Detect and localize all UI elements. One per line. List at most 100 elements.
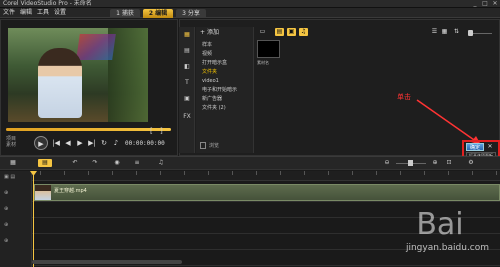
fit-project-icon[interactable]: ⊡ (444, 159, 454, 167)
folder-item-selected[interactable]: 文件夹 (202, 69, 217, 76)
volume-icon[interactable]: ♪ (110, 137, 122, 149)
thumb-view-icon[interactable]: ▦ (440, 28, 449, 36)
storyboard-view-icon[interactable]: ▦ (8, 159, 18, 167)
tab-capture[interactable]: 1 捕获 (110, 9, 140, 18)
playhead[interactable] (33, 171, 34, 267)
menu-file[interactable]: 文件 (3, 8, 15, 18)
clip-thumbnail (35, 185, 51, 200)
show-video-icon[interactable]: ▤ (275, 28, 284, 36)
end-icon[interactable]: ▶| (86, 137, 98, 149)
track-header-video[interactable]: ▣ ▤ (4, 174, 15, 180)
scrubber[interactable] (6, 128, 171, 131)
library-thumbnail[interactable] (257, 40, 280, 58)
thumbnail-size-knob[interactable] (468, 30, 473, 36)
ruler-tick (232, 171, 233, 175)
add-label: 添加 (206, 29, 219, 36)
mark-out-button[interactable]: ] (160, 128, 163, 135)
tab-edit[interactable]: 2 编辑 (143, 9, 173, 18)
ruler-tick (112, 171, 113, 175)
undo-icon[interactable]: ↶ (70, 159, 80, 167)
timeline-zoom-knob[interactable] (408, 160, 413, 166)
transition-icon[interactable]: ◧ (182, 62, 192, 71)
graphic-icon[interactable]: ▣ (182, 94, 192, 103)
auto-music-icon[interactable]: ♫ (156, 159, 166, 167)
thumbnail-label: 素材名 (257, 60, 269, 65)
video-preview[interactable] (8, 28, 148, 122)
show-photo-icon[interactable]: ▣ (287, 28, 296, 36)
track-header-voice[interactable]: ⊕ (4, 222, 8, 228)
timeline-clip[interactable] (34, 184, 500, 201)
title-icon[interactable]: T (182, 78, 192, 87)
show-audio-icon[interactable]: ♫ (299, 28, 308, 36)
video-banner (76, 34, 116, 60)
menu-tools[interactable]: 工具 (37, 8, 49, 18)
folder-item[interactable]: video1 (202, 78, 219, 85)
track-headers (0, 171, 32, 267)
ruler-tick (424, 171, 425, 175)
scrubber-fill (6, 128, 171, 131)
folder-item[interactable]: 视频 (202, 51, 212, 58)
folder-item[interactable]: 电子和开始暗示 (202, 87, 237, 94)
menu-edit[interactable]: 编辑 (20, 8, 32, 18)
title-bar: Corel VideoStudio Pro - 未命名 _ □ ✕ (0, 0, 500, 8)
minimize-button[interactable]: _ (470, 0, 480, 8)
timecode[interactable]: 00:00:00:00 (125, 140, 165, 147)
track-header-overlay[interactable]: ⊕ (4, 190, 8, 196)
media-icon[interactable]: ▦ (182, 30, 192, 39)
ruler-tick (64, 171, 65, 175)
ruler-tick (328, 171, 329, 175)
filter-icon[interactable]: FX (182, 112, 192, 121)
ruler-tick (400, 171, 401, 175)
home-icon[interactable]: |◀ (50, 137, 62, 149)
browse-icon[interactable] (200, 142, 206, 149)
track-header-music[interactable]: ⊕ (4, 238, 8, 244)
mark-in-button[interactable]: [ (150, 128, 153, 135)
mixer-icon[interactable]: ≡ (132, 159, 142, 167)
record-icon[interactable]: ◉ (112, 159, 122, 167)
maximize-button[interactable]: □ (480, 0, 490, 8)
list-view-icon[interactable]: ☰ (430, 28, 439, 36)
close-button[interactable]: ✕ (490, 0, 500, 8)
timeline-settings-icon[interactable]: ⚙ (466, 159, 476, 167)
ruler-tick (184, 171, 185, 175)
ok-button[interactable]: 确定 (466, 143, 484, 151)
add-folder-button[interactable]: + 添加 (200, 28, 219, 37)
ruler-tick (88, 171, 89, 175)
timeline-ruler[interactable] (32, 171, 500, 181)
ruler-tick (160, 171, 161, 175)
zoom-out-icon[interactable]: ⊖ (382, 159, 392, 167)
ruler-tick (136, 171, 137, 175)
folder-item[interactable]: 文件夹 (2) (202, 105, 226, 112)
close-panel-icon[interactable]: ✕ (486, 143, 494, 151)
folder-open-icon[interactable]: ▭ (258, 28, 267, 36)
repeat-icon[interactable]: ↻ (98, 137, 110, 149)
watermark-text: jingyan.baidu.com (405, 243, 490, 253)
instant-project-icon[interactable]: ▤ (182, 46, 192, 55)
ruler-tick (304, 171, 305, 175)
redo-icon[interactable]: ↷ (90, 159, 100, 167)
clip-mode-label[interactable]: 素材 (6, 143, 16, 148)
browse-button[interactable]: 浏览 (209, 143, 219, 150)
ruler-tick (472, 171, 473, 175)
sort-icon[interactable]: ⇅ (452, 28, 461, 36)
ruler-tick (280, 171, 281, 175)
video-person (38, 48, 82, 118)
timeline-view-icon[interactable]: ▤ (38, 159, 52, 167)
zoom-in-icon[interactable]: ⊕ (430, 159, 440, 167)
ruler-tick (496, 171, 497, 175)
play-button[interactable]: ▶ (34, 136, 48, 150)
folder-item[interactable]: 新广告器 (202, 96, 222, 103)
ruler-tick (448, 171, 449, 175)
clip-name: 夏王穿越.mp4 (54, 188, 87, 194)
folder-item[interactable]: 样本 (202, 42, 212, 49)
tab-share[interactable]: 3 分享 (176, 9, 206, 18)
ruler-tick (208, 171, 209, 175)
menu-settings[interactable]: 设置 (54, 8, 66, 18)
next-frame-icon[interactable]: ▶ (74, 137, 86, 149)
ruler-tick (256, 171, 257, 175)
folder-item[interactable]: 打开暗示盒 (202, 60, 227, 67)
timeline-scrollbar[interactable] (32, 260, 182, 264)
prev-frame-icon[interactable]: ◀ (62, 137, 74, 149)
annotation-text: 单击 (397, 93, 411, 101)
track-header-title[interactable]: ⊕ (4, 206, 8, 212)
